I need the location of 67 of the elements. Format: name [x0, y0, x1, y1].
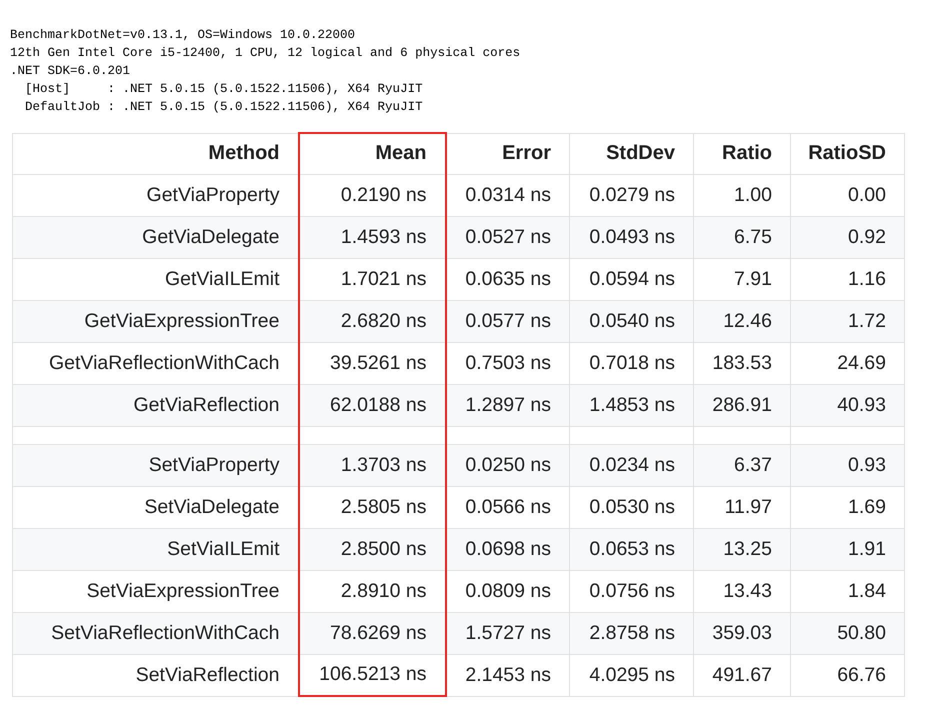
table-cell: 1.4853 ns [570, 384, 694, 426]
method-cell: GetViaDelegate [12, 216, 298, 258]
table-cell: 13.43 [694, 570, 790, 612]
table-cell: 12.46 [694, 300, 790, 342]
table-cell: 24.69 [790, 342, 904, 384]
column-header: Method [12, 133, 298, 174]
table-cell: 66.76 [790, 654, 904, 696]
table-cell: 106.5213 ns [298, 654, 446, 696]
method-cell: SetViaReflectionWithCach [12, 612, 298, 654]
table-cell: 0.0279 ns [570, 174, 694, 216]
table-cell: 4.0295 ns [570, 654, 694, 696]
table-cell: 0.7018 ns [570, 342, 694, 384]
table-cell: 1.69 [790, 486, 904, 528]
table-cell: 40.93 [790, 384, 904, 426]
table-cell: 0.0756 ns [570, 570, 694, 612]
table-cell: 0.0577 ns [446, 300, 570, 342]
method-cell: SetViaILEmit [12, 528, 298, 570]
table-cell: 6.37 [694, 444, 790, 486]
column-header: StdDev [570, 133, 694, 174]
table-cell: 0.0527 ns [446, 216, 570, 258]
table-cell: 0.0493 ns [570, 216, 694, 258]
method-cell: GetViaExpressionTree [12, 300, 298, 342]
table-cell: 0.00 [790, 174, 904, 216]
table-cell: 1.2897 ns [446, 384, 570, 426]
column-header: RatioSD [790, 133, 904, 174]
table-cell: 1.5727 ns [446, 612, 570, 654]
table-cell: 0.0594 ns [570, 258, 694, 300]
method-cell: SetViaProperty [12, 444, 298, 486]
table-cell: 1.91 [790, 528, 904, 570]
method-cell: GetViaProperty [12, 174, 298, 216]
table-cell: 1.00 [694, 174, 790, 216]
table-cell: 0.0314 ns [446, 174, 570, 216]
table-cell: 286.91 [694, 384, 790, 426]
method-cell: SetViaDelegate [12, 486, 298, 528]
table-cell: 0.0250 ns [446, 444, 570, 486]
table-cell: 0.0234 ns [570, 444, 694, 486]
column-header: Ratio [694, 133, 790, 174]
table-cell: 183.53 [694, 342, 790, 384]
table-cell: 0.92 [790, 216, 904, 258]
table-cell: 1.16 [790, 258, 904, 300]
table-cell: 0.0635 ns [446, 258, 570, 300]
table-cell: 0.93 [790, 444, 904, 486]
table-cell: 359.03 [694, 612, 790, 654]
table-cell: 0.0698 ns [446, 528, 570, 570]
table-cell: 0.0566 ns [446, 486, 570, 528]
table-cell: 2.1453 ns [446, 654, 570, 696]
table-cell: 0.0530 ns [570, 486, 694, 528]
table-cell: 11.97 [694, 486, 790, 528]
table-cell: 7.91 [694, 258, 790, 300]
table-cell: 491.67 [694, 654, 790, 696]
method-cell: GetViaReflectionWithCach [12, 342, 298, 384]
table-cell: 0.0653 ns [570, 528, 694, 570]
table-cell: 1.84 [790, 570, 904, 612]
table-cell: 50.80 [790, 612, 904, 654]
method-cell: SetViaReflection [12, 654, 298, 696]
method-cell: GetViaReflection [12, 384, 298, 426]
column-header: Error [446, 133, 570, 174]
table-cell: 0.0809 ns [446, 570, 570, 612]
table-cell: 6.75 [694, 216, 790, 258]
table-cell: 1.72 [790, 300, 904, 342]
table-cell: 0.7503 ns [446, 342, 570, 384]
method-cell: GetViaILEmit [12, 258, 298, 300]
method-cell: SetViaExpressionTree [12, 570, 298, 612]
environment-info: BenchmarkDotNet=v0.13.1, OS=Windows 10.0.22000 12th Gen Intel Core i5-12400, 1 CPU, 12 logical and 6 physical cores .NET SDK=6.0.201 [Host] : .NET 5.0.15 (5.0.1522.11506), X64 RyuJIT DefaultJob : .NET 5.0.15 (5.0.1522.11506), X64 RyuJIT [10, 27, 522, 116]
table-cell: 13.25 [694, 528, 790, 570]
table-cell: 2.8758 ns [570, 612, 694, 654]
table-cell: 0.0540 ns [570, 300, 694, 342]
